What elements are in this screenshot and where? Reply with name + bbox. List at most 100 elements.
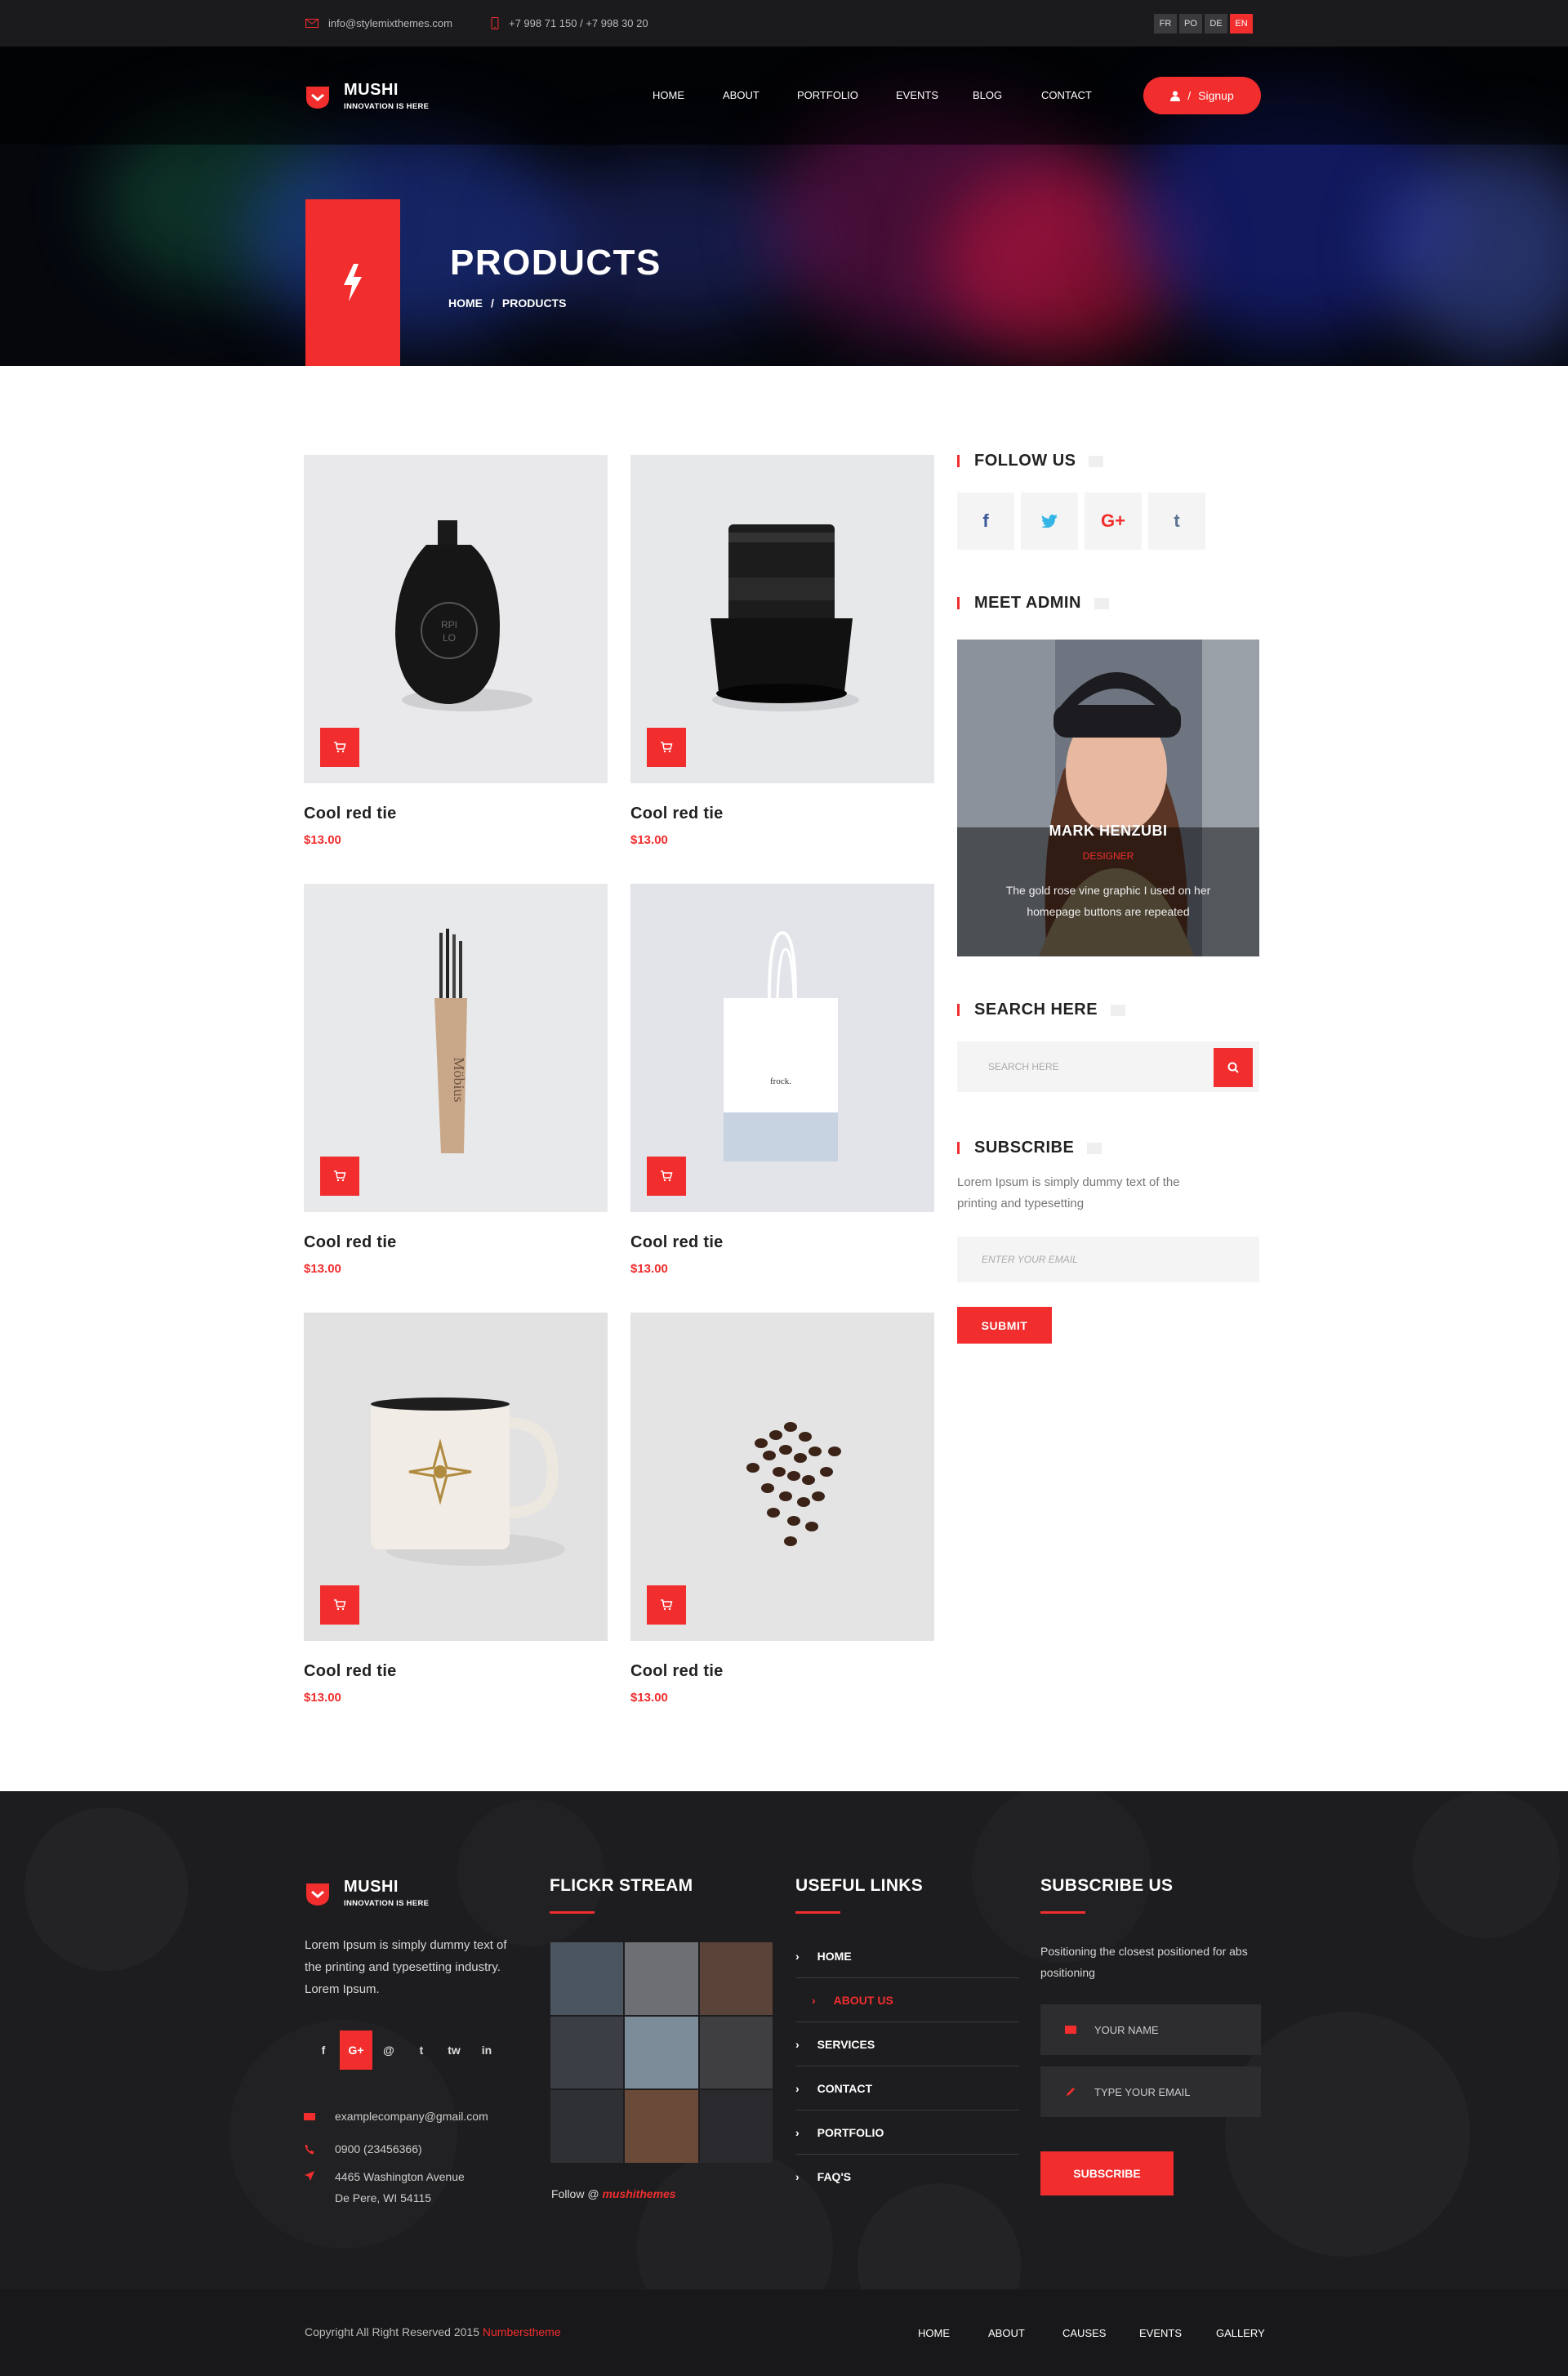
nav-portfolio[interactable]: PORTFOLIO — [797, 89, 858, 101]
signup-button[interactable]: / Signup — [1143, 77, 1261, 114]
subscribe-email-field[interactable]: ENTER YOUR EMAIL — [957, 1237, 1259, 1282]
tumblr-icon[interactable]: t — [1148, 493, 1205, 550]
footer-link-contact[interactable]: › CONTACT — [795, 2066, 1019, 2111]
breadcrumb: HOME / PRODUCTS — [448, 296, 566, 310]
add-to-cart-button[interactable] — [320, 728, 359, 767]
footer-link-faqs[interactable]: › FAQ'S — [795, 2155, 1019, 2199]
footer-twitter-icon[interactable]: tw — [438, 2031, 470, 2070]
product-image-bottle[interactable]: RPI LO — [304, 455, 608, 783]
search-input[interactable]: SEARCH HERE — [988, 1061, 1059, 1072]
topbar-phone[interactable]: +7 998 71 150 / +7 998 30 20 — [491, 17, 648, 29]
subscribe-us-underline — [1040, 1911, 1085, 1914]
topbar-email[interactable]: info@stylemixthemes.com — [305, 17, 452, 29]
footer-linkedin-icon[interactable]: in — [470, 2031, 503, 2070]
product-image-mug[interactable] — [304, 1313, 608, 1641]
footer-name-field[interactable]: YOUR NAME — [1040, 2004, 1261, 2055]
add-to-cart-button[interactable] — [647, 1585, 686, 1625]
bottom-nav-gallery[interactable]: GALLERY — [1216, 2327, 1265, 2339]
cart-icon — [661, 1599, 673, 1611]
brand-logo[interactable]: MUSHI INNOVATION IS HERE — [305, 81, 429, 111]
flickr-photo[interactable] — [625, 2090, 698, 2163]
product-price: $13.00 — [630, 1691, 668, 1705]
product-card[interactable]: Cool red tie $13.00 — [304, 1313, 608, 1705]
footer-google-plus-icon[interactable]: G+ — [340, 2031, 372, 2070]
footer-subscribe-button[interactable]: SUBSCRIBE — [1040, 2151, 1174, 2195]
flickr-follow[interactable]: Follow @ mushithemes — [551, 2187, 676, 2200]
nav-blog[interactable]: BLOG — [973, 89, 1002, 101]
footer-tumblr-icon[interactable]: t — [405, 2031, 438, 2070]
lang-po[interactable]: PO — [1179, 14, 1202, 33]
lang-de[interactable]: DE — [1205, 14, 1227, 33]
add-to-cart-button[interactable] — [647, 1157, 686, 1196]
envelope-icon — [1065, 2026, 1076, 2034]
product-name[interactable]: Cool red tie — [630, 1233, 934, 1252]
submit-button[interactable]: SUBMIT — [957, 1307, 1052, 1344]
social-buttons: f G+ t — [957, 493, 1205, 550]
footer-facebook-icon[interactable]: f — [307, 2031, 340, 2070]
product-image-tote[interactable]: frock. — [630, 884, 934, 1212]
flickr-underline — [550, 1911, 595, 1914]
topbar-phone-text: +7 998 71 150 / +7 998 30 20 — [509, 17, 648, 29]
add-to-cart-button[interactable] — [320, 1157, 359, 1196]
product-card[interactable]: Möbius Cool red tie $13.00 — [304, 884, 608, 1276]
product-card[interactable]: frock. Cool red tie $13.00 — [630, 884, 934, 1276]
chevron-right-icon: › — [795, 1949, 800, 1963]
svg-text:RPI: RPI — [441, 619, 457, 631]
main-navbar: MUSHI INNOVATION IS HERE HOME ABOUT PORT… — [0, 47, 1568, 145]
bottom-nav-causes[interactable]: CAUSES — [1062, 2327, 1106, 2339]
copyright-brand-link[interactable]: Numberstheme — [483, 2325, 561, 2338]
flickr-photo[interactable] — [625, 2016, 698, 2089]
nav-home[interactable]: HOME — [653, 89, 684, 101]
flickr-photo[interactable] — [550, 2090, 624, 2163]
footer-link-home[interactable]: › HOME — [795, 1934, 1019, 1978]
topbar-email-text: info@stylemixthemes.com — [328, 17, 452, 29]
footer-link-services[interactable]: › SERVICES — [795, 2022, 1019, 2066]
footer-link-about[interactable]: › ABOUT US — [795, 1978, 1019, 2022]
product-name[interactable]: Cool red tie — [304, 1233, 608, 1252]
flickr-photo[interactable] — [699, 1942, 773, 2015]
product-card[interactable]: RPI LO Cool red tie $13.00 — [304, 455, 608, 847]
product-image-coffee[interactable] — [630, 1313, 934, 1641]
add-to-cart-button[interactable] — [320, 1585, 359, 1625]
add-to-cart-button[interactable] — [647, 728, 686, 767]
footer-link-portfolio[interactable]: › PORTFOLIO — [795, 2111, 1019, 2155]
flickr-handle[interactable]: mushithemes — [602, 2187, 675, 2200]
product-name[interactable]: Cool red tie — [630, 1662, 934, 1681]
flickr-photo[interactable] — [625, 1942, 698, 2015]
bottom-nav-home[interactable]: HOME — [918, 2327, 950, 2339]
footer-phone[interactable]: 0900 (23456366) — [304, 2138, 422, 2160]
flickr-photo[interactable] — [550, 1942, 624, 2015]
footer-email-field[interactable]: TYPE YOUR EMAIL — [1040, 2066, 1261, 2117]
bottom-nav-events[interactable]: EVENTS — [1139, 2327, 1182, 2339]
footer-dribbble-icon[interactable]: @ — [372, 2031, 405, 2070]
nav-events[interactable]: EVENTS — [896, 89, 938, 101]
search-box[interactable]: SEARCH HERE — [957, 1041, 1259, 1092]
product-name[interactable]: Cool red tie — [630, 805, 934, 823]
flickr-photo[interactable] — [550, 2016, 624, 2089]
bottom-nav-about[interactable]: ABOUT — [988, 2327, 1025, 2339]
search-button[interactable] — [1214, 1048, 1253, 1087]
facebook-icon[interactable]: f — [957, 493, 1014, 550]
product-image-lens[interactable] — [630, 455, 934, 783]
flickr-photo[interactable] — [699, 2016, 773, 2089]
subscribe-us-title: SUBSCRIBE US — [1040, 1876, 1173, 1896]
lang-fr[interactable]: FR — [1154, 14, 1177, 33]
footer-brand-logo[interactable]: MUSHI INNOVATION IS HERE — [305, 1878, 429, 1908]
product-name[interactable]: Cool red tie — [304, 1662, 608, 1681]
product-image-brushes[interactable]: Möbius — [304, 884, 608, 1212]
product-price: $13.00 — [304, 833, 341, 847]
lang-en[interactable]: EN — [1230, 14, 1253, 33]
flickr-photo[interactable] — [699, 2090, 773, 2163]
google-plus-icon[interactable]: G+ — [1085, 493, 1142, 550]
breadcrumb-home[interactable]: HOME — [448, 296, 483, 310]
useful-links-underline — [795, 1911, 840, 1914]
nav-about[interactable]: ABOUT — [723, 89, 760, 101]
nav-contact[interactable]: CONTACT — [1041, 89, 1092, 101]
page-title: PRODUCTS — [450, 243, 662, 283]
twitter-icon[interactable] — [1021, 493, 1078, 550]
product-card[interactable]: Cool red tie $13.00 — [630, 1313, 934, 1705]
product-name[interactable]: Cool red tie — [304, 805, 608, 823]
product-card[interactable]: Cool red tie $13.00 — [630, 455, 934, 847]
footer-email[interactable]: examplecompany@gmail.com — [304, 2106, 488, 2127]
chevron-right-icon: › — [812, 1993, 816, 2007]
